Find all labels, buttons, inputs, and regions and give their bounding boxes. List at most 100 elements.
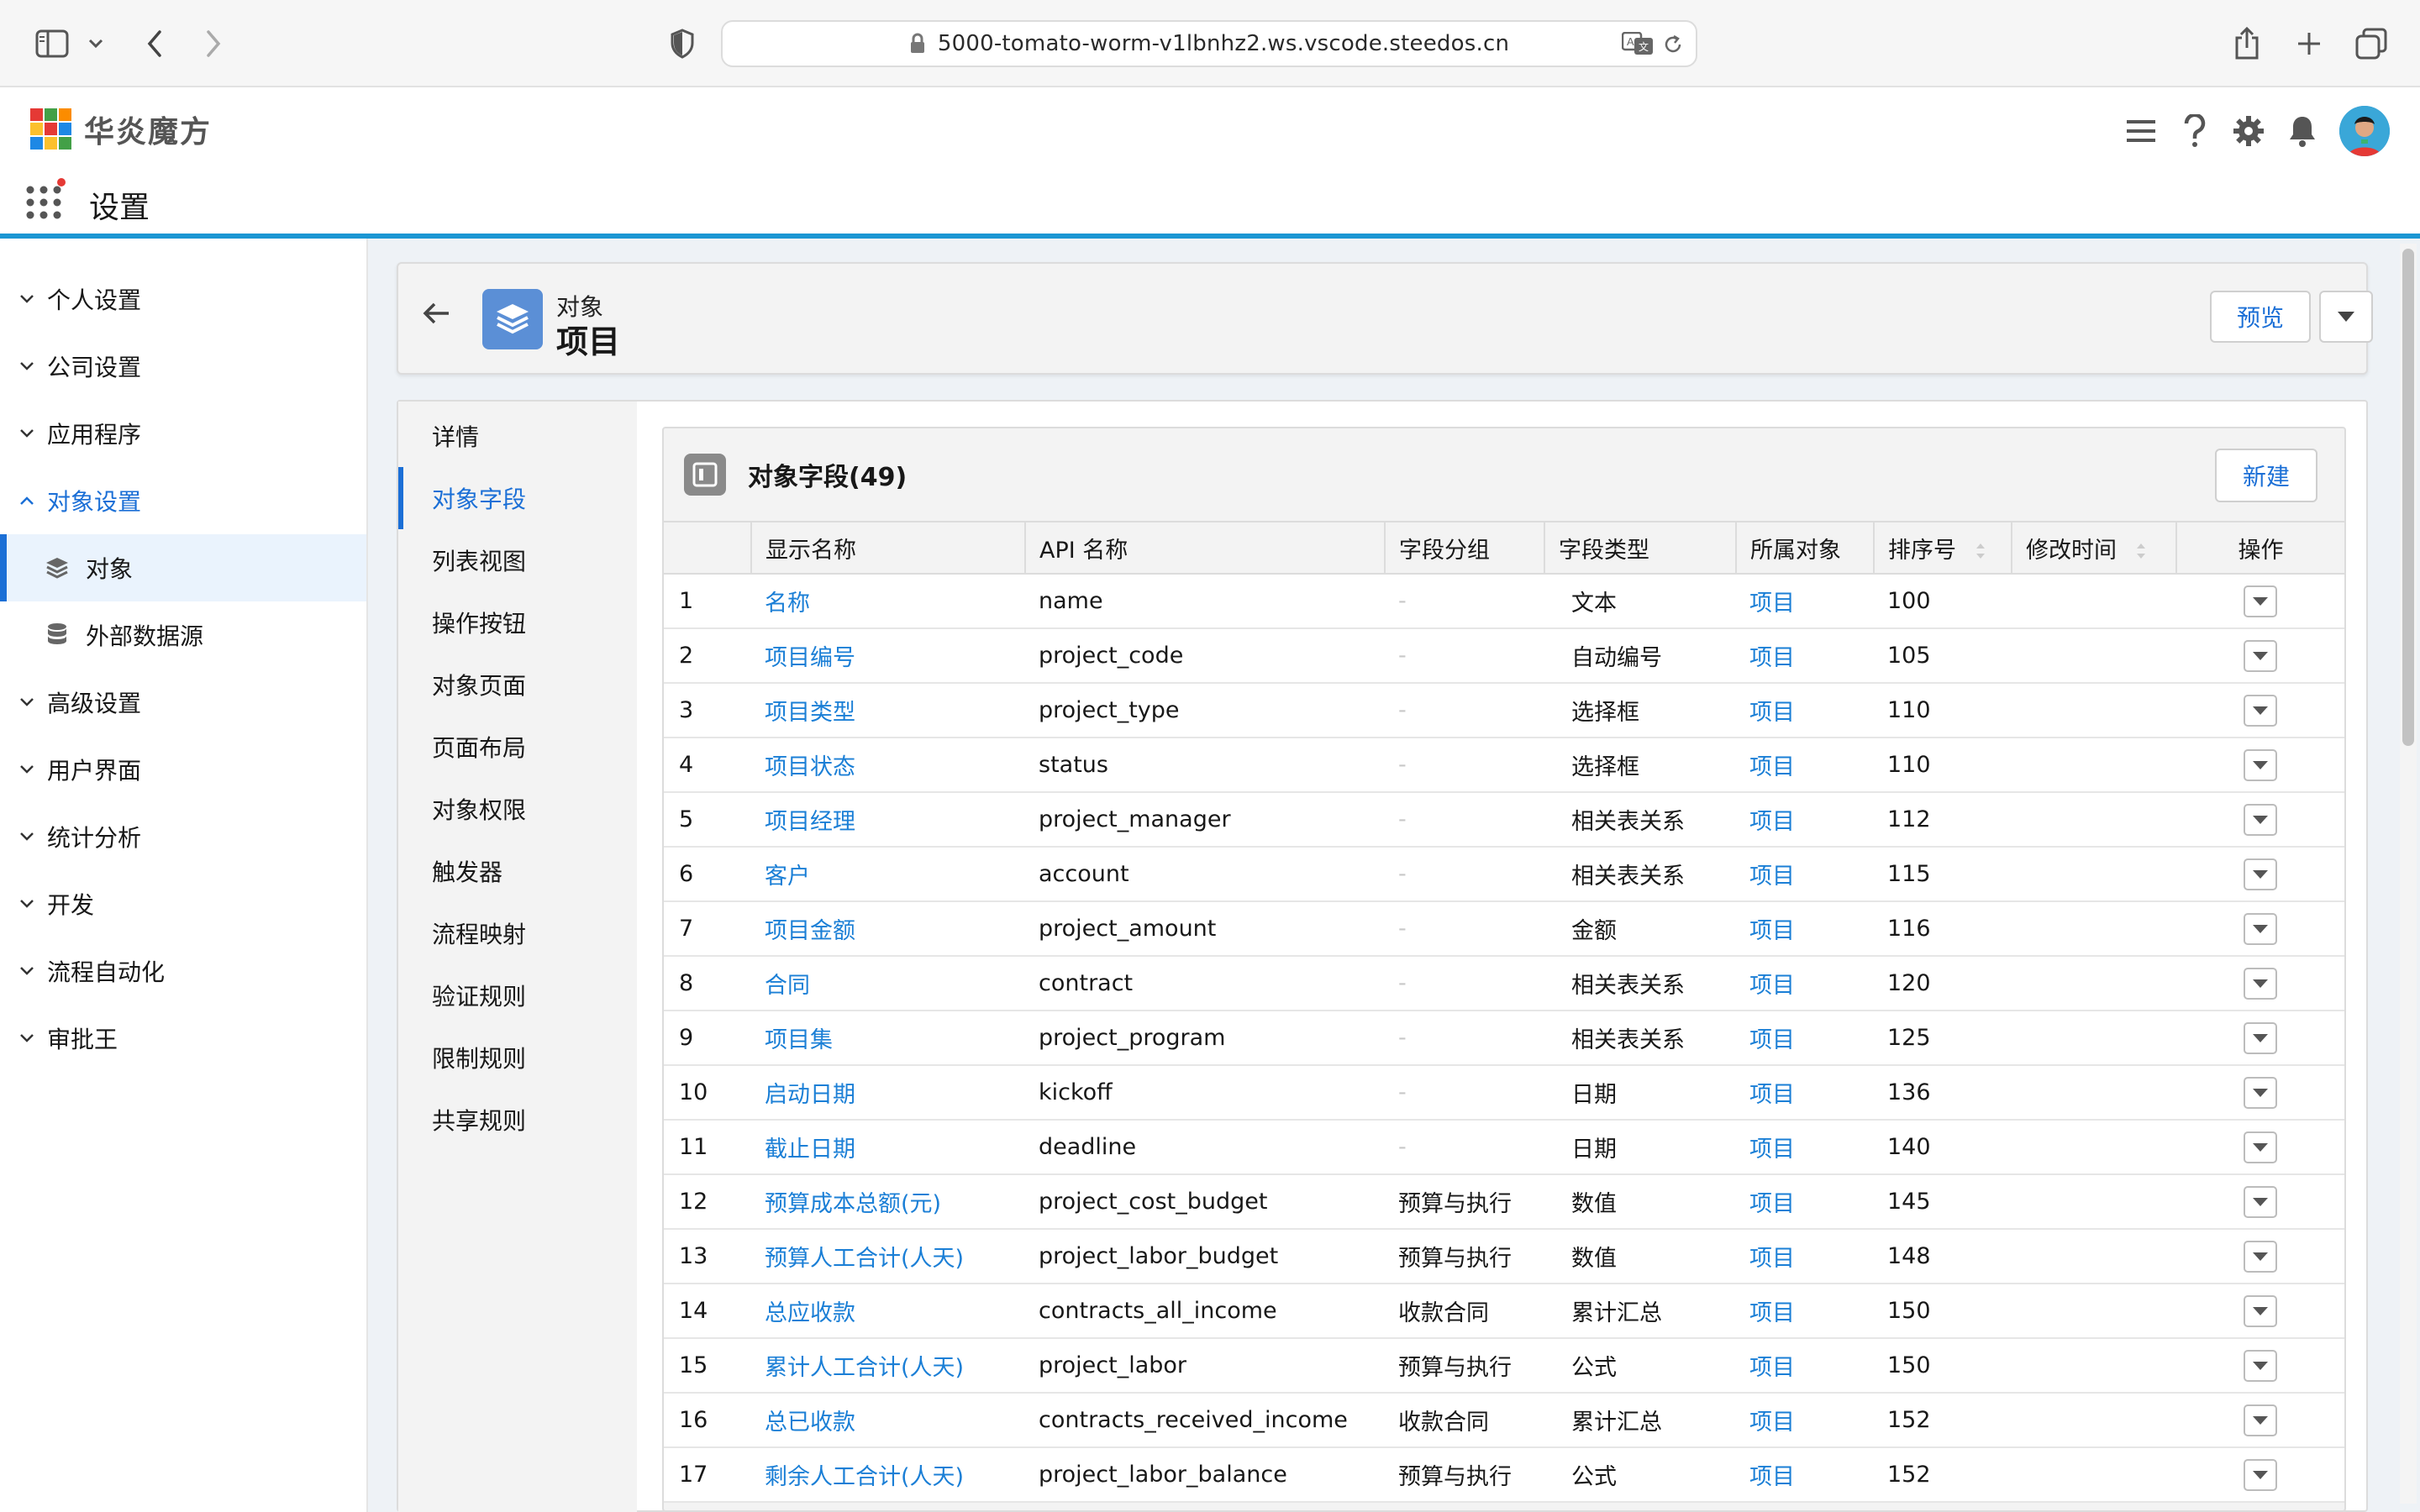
tab-action-buttons[interactable]: 操作按钮 xyxy=(398,591,637,654)
row-actions-dropdown[interactable] xyxy=(2244,967,2277,1000)
row-actions-dropdown[interactable] xyxy=(2244,803,2277,836)
sidebar-item-approval[interactable]: 审批王 xyxy=(0,1005,366,1072)
field-object-link[interactable]: 项目 xyxy=(1736,1120,1874,1175)
sidebar-item-objects[interactable]: 对象设置 xyxy=(0,467,366,534)
row-actions-dropdown[interactable] xyxy=(2244,1404,2277,1436)
chevron-down-icon[interactable] xyxy=(84,32,108,55)
forward-icon[interactable] xyxy=(198,24,229,64)
sidebar-item-personal[interactable]: 个人设置 xyxy=(0,265,366,333)
sidebar-item-apps[interactable]: 应用程序 xyxy=(0,400,366,467)
new-tab-icon[interactable] xyxy=(2291,25,2328,62)
row-actions-dropdown[interactable] xyxy=(2244,585,2277,617)
column-header-sort[interactable]: 排序号 xyxy=(1874,521,2012,575)
row-actions-dropdown[interactable] xyxy=(2244,912,2277,945)
column-header-modified[interactable]: 修改时间 xyxy=(2012,521,2177,575)
sidebar-toggle-icon[interactable] xyxy=(34,25,71,62)
field-label-link[interactable]: 预算成本总额(元) xyxy=(751,1174,1025,1230)
reload-icon[interactable] xyxy=(1662,34,1684,55)
column-header-object[interactable]: 所属对象 xyxy=(1736,521,1875,575)
field-label-link[interactable]: 项目状态 xyxy=(751,738,1025,793)
sidebar-subitem-object[interactable]: 对象 xyxy=(0,534,366,601)
field-object-link[interactable]: 项目 xyxy=(1736,1174,1874,1230)
row-actions-dropdown[interactable] xyxy=(2244,1294,2277,1327)
row-actions-dropdown[interactable] xyxy=(2244,1021,2277,1054)
field-object-link[interactable]: 项目 xyxy=(1736,683,1874,738)
field-object-link[interactable]: 项目 xyxy=(1736,1284,1874,1339)
tab-sharing-rules[interactable]: 共享规则 xyxy=(398,1089,637,1151)
tab-object-pages[interactable]: 对象页面 xyxy=(398,654,637,716)
row-actions-dropdown[interactable] xyxy=(2244,1240,2277,1273)
menu-icon[interactable] xyxy=(2114,104,2168,158)
avatar[interactable] xyxy=(2339,106,2390,156)
row-actions-dropdown[interactable] xyxy=(2244,639,2277,672)
scrollbar-thumb[interactable] xyxy=(2402,249,2414,746)
tab-object-fields[interactable]: 对象字段 xyxy=(398,467,637,529)
field-object-link[interactable]: 项目 xyxy=(1736,792,1874,848)
field-object-link[interactable]: 项目 xyxy=(1736,847,1874,902)
back-icon[interactable] xyxy=(139,24,170,64)
page-scrollbar[interactable] xyxy=(2400,244,2417,1504)
tab-object-permissions[interactable]: 对象权限 xyxy=(398,778,637,840)
sort-icon[interactable] xyxy=(2135,542,2147,560)
field-label-link[interactable]: 客户 xyxy=(751,847,1025,902)
column-header-type[interactable]: 字段类型 xyxy=(1544,521,1737,575)
share-icon[interactable] xyxy=(2228,22,2265,64)
tab-list-views[interactable]: 列表视图 xyxy=(398,529,637,591)
tab-triggers[interactable]: 触发器 xyxy=(398,840,637,902)
shield-icon[interactable] xyxy=(664,25,701,62)
field-object-link[interactable]: 项目 xyxy=(1736,1338,1874,1394)
sidebar-item-ui[interactable]: 用户界面 xyxy=(0,736,366,803)
field-label-link[interactable]: 累计人工合计(人天) xyxy=(751,1338,1025,1394)
tab-details[interactable]: 详情 xyxy=(398,405,637,467)
row-actions-dropdown[interactable] xyxy=(2244,1076,2277,1109)
column-header-label[interactable]: 显示名称 xyxy=(751,521,1026,575)
column-header-api[interactable]: API 名称 xyxy=(1025,521,1386,575)
new-field-button[interactable]: 新建 xyxy=(2215,449,2317,502)
sort-icon[interactable] xyxy=(1975,542,1986,560)
row-actions-dropdown[interactable] xyxy=(2244,858,2277,890)
sidebar-item-advanced[interactable]: 高级设置 xyxy=(0,669,366,736)
field-object-link[interactable]: 项目 xyxy=(1736,628,1874,684)
translate-icon[interactable]: A文 xyxy=(1622,32,1654,55)
field-label-link[interactable]: 名称 xyxy=(751,574,1025,629)
field-object-link[interactable]: 项目 xyxy=(1736,1393,1874,1448)
tab-validation-rules[interactable]: 验证规则 xyxy=(398,964,637,1026)
column-header-group[interactable]: 字段分组 xyxy=(1385,521,1545,575)
row-actions-dropdown[interactable] xyxy=(2244,1349,2277,1382)
field-object-link[interactable]: 项目 xyxy=(1736,1065,1874,1121)
field-label-link[interactable]: 启动日期 xyxy=(751,1065,1025,1121)
field-label-link[interactable]: 总应收款 xyxy=(751,1284,1025,1339)
field-label-link[interactable]: 项目经理 xyxy=(751,792,1025,848)
tab-flow-mappings[interactable]: 流程映射 xyxy=(398,902,637,964)
help-icon[interactable] xyxy=(2168,104,2222,158)
preview-button[interactable]: 预览 xyxy=(2210,291,2311,343)
field-label-link[interactable]: 总已收款 xyxy=(751,1393,1025,1448)
field-label-link[interactable]: 截止日期 xyxy=(751,1120,1025,1175)
logo[interactable]: 华炎魔方 xyxy=(30,108,212,151)
field-label-link[interactable]: 项目金额 xyxy=(751,901,1025,957)
field-label-link[interactable]: 项目编号 xyxy=(751,628,1025,684)
row-actions-dropdown[interactable] xyxy=(2244,1131,2277,1163)
sidebar-item-analytics[interactable]: 统计分析 xyxy=(0,803,366,870)
tab-restriction-rules[interactable]: 限制规则 xyxy=(398,1026,637,1089)
gear-icon[interactable] xyxy=(2222,104,2275,158)
sidebar-item-automation[interactable]: 流程自动化 xyxy=(0,937,366,1005)
row-actions-dropdown[interactable] xyxy=(2244,1458,2277,1491)
row-actions-dropdown[interactable] xyxy=(2244,748,2277,781)
tab-page-layouts[interactable]: 页面布局 xyxy=(398,716,637,778)
field-object-link[interactable]: 项目 xyxy=(1736,1011,1874,1066)
more-actions-button[interactable] xyxy=(2319,291,2373,343)
field-object-link[interactable]: 项目 xyxy=(1736,1229,1874,1284)
field-object-link[interactable]: 项目 xyxy=(1736,956,1874,1011)
field-label-link[interactable]: 项目类型 xyxy=(751,683,1025,738)
sidebar-item-company[interactable]: 公司设置 xyxy=(0,333,366,400)
app-launcher-icon[interactable] xyxy=(25,178,67,220)
field-object-link[interactable]: 项目 xyxy=(1736,1447,1874,1503)
sidebar-subitem-datasource[interactable]: 外部数据源 xyxy=(0,601,366,669)
field-object-link[interactable]: 项目 xyxy=(1736,901,1874,957)
row-actions-dropdown[interactable] xyxy=(2244,694,2277,727)
back-arrow-icon[interactable] xyxy=(422,301,459,338)
bell-icon[interactable] xyxy=(2275,104,2329,158)
tabs-overview-icon[interactable] xyxy=(2353,25,2390,62)
field-label-link[interactable]: 合同 xyxy=(751,956,1025,1011)
